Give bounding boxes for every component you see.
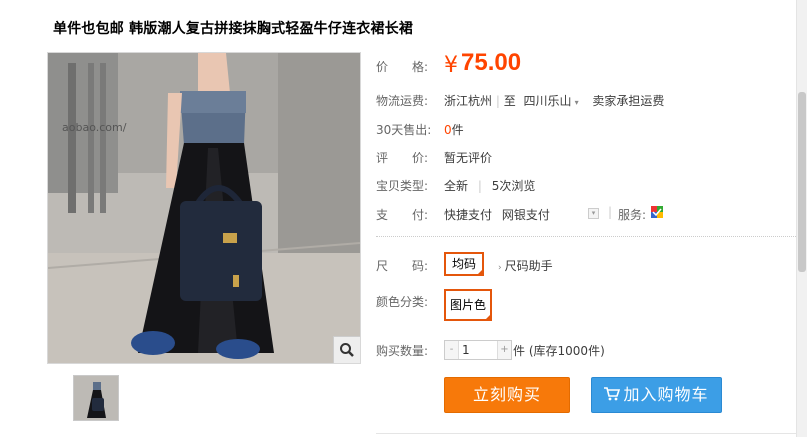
product-photo: aobao.com/ xyxy=(48,53,360,363)
main-product-image[interactable]: aobao.com/ xyxy=(47,52,361,364)
zoom-icon[interactable] xyxy=(333,336,360,363)
buy-now-button[interactable]: 立刻购买 xyxy=(444,377,570,413)
item-type-info: 全新 | 5次浏览 xyxy=(444,179,536,193)
quantity-increase-button[interactable]: + xyxy=(497,341,511,359)
selected-check-icon xyxy=(484,313,493,321)
shipping-info: 浙江杭州 | 至 四川乐山 ▾ 卖家承担运费 xyxy=(444,94,665,108)
shipping-fee: 卖家承担运费 xyxy=(592,94,665,108)
quantity-stock: 件 (库存1000件) xyxy=(513,342,605,359)
review-value[interactable]: 暂无评价 xyxy=(444,149,492,166)
payment-more-icon[interactable]: ▾ xyxy=(588,208,599,219)
price-value: 75.00 xyxy=(461,49,522,76)
section-divider xyxy=(376,236,796,237)
size-label: 尺 码: xyxy=(376,259,429,273)
quantity-unit: 件 xyxy=(513,344,526,358)
payment-quick[interactable]: 快捷支付 xyxy=(444,208,492,222)
payment-info: 快捷支付 网银支付 xyxy=(444,206,550,223)
size-helper-link[interactable]: › 尺码助手 xyxy=(498,257,553,274)
review-label: 评 价: xyxy=(376,151,429,165)
quantity-stepper[interactable]: - 1 + xyxy=(444,340,512,360)
item-condition: 全新 xyxy=(444,179,469,193)
service-label: 服务: xyxy=(618,208,647,222)
cart-icon xyxy=(604,379,621,413)
scrollbar-thumb[interactable] xyxy=(798,92,806,272)
add-to-cart-button[interactable]: 加入购物车 xyxy=(591,377,722,413)
sold-label: 30天售出: xyxy=(376,123,432,137)
thumbnail-photo xyxy=(74,376,118,420)
image-watermark: aobao.com/ xyxy=(62,121,127,134)
service-badge-icon[interactable] xyxy=(651,206,663,218)
item-type-label: 宝贝类型: xyxy=(376,179,429,193)
sold-count: 0 xyxy=(444,123,452,137)
price-label: 价 格: xyxy=(376,60,429,74)
color-label: 颜色分类: xyxy=(376,295,429,309)
payment-bank[interactable]: 网银支付 xyxy=(502,208,550,222)
shipping-from: 浙江杭州 xyxy=(444,94,493,108)
quantity-input[interactable]: 1 xyxy=(460,341,498,359)
product-title: 单件也包邮 韩版潮人复古拼接抹胸式轻盈牛仔连衣裙长裙 xyxy=(53,21,414,37)
sold-info: 0件 xyxy=(444,121,464,138)
page-scrollbar[interactable] xyxy=(796,0,807,437)
selected-check-icon xyxy=(476,268,485,276)
add-to-cart-label: 加入购物车 xyxy=(623,385,709,404)
quantity-label: 购买数量: xyxy=(376,344,429,358)
shipping-label: 物流运费: xyxy=(376,94,429,108)
shipping-to-sep: 至 xyxy=(503,94,516,108)
view-count: 5次浏览 xyxy=(491,179,536,193)
sold-unit: 件 xyxy=(451,123,464,137)
bottom-divider xyxy=(376,433,796,434)
quantity-decrease-button[interactable]: - xyxy=(445,341,459,359)
size-option-selected[interactable]: 均码 xyxy=(444,252,485,276)
stock-count: (库存1000件) xyxy=(528,344,605,358)
thumbnail-image[interactable] xyxy=(73,375,119,421)
payment-label: 支 付: xyxy=(376,208,429,222)
price-currency: ¥ xyxy=(444,53,458,78)
chevron-right-icon: › xyxy=(498,263,502,273)
color-option-selected[interactable]: 图片色 xyxy=(444,289,493,321)
shipping-destination[interactable]: 四川乐山 ▾ xyxy=(524,94,579,108)
chevron-down-icon: ▾ xyxy=(574,98,579,107)
